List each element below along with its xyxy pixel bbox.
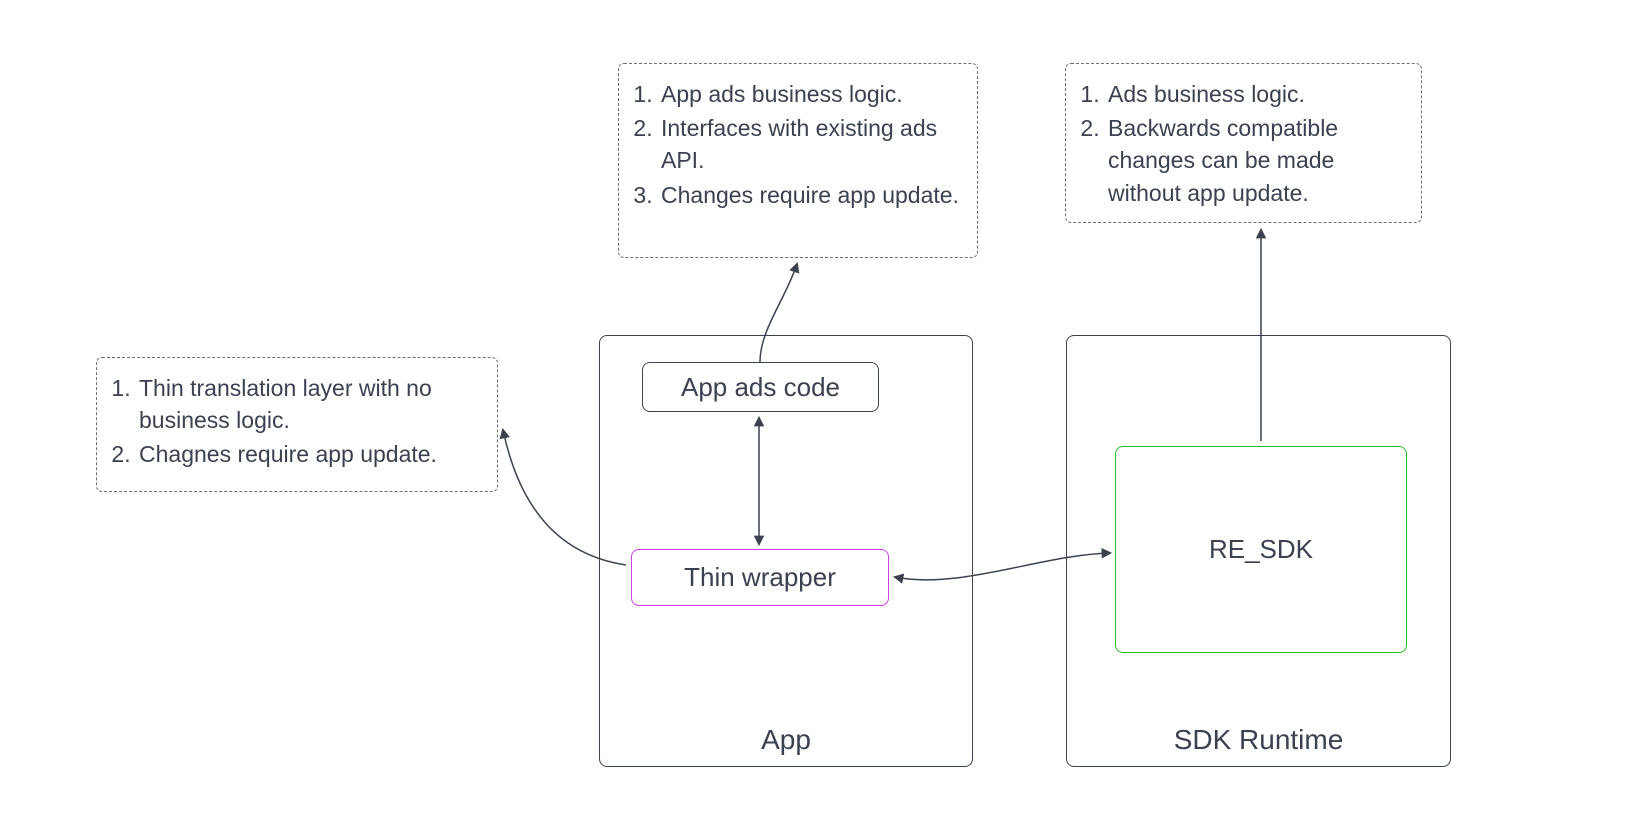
- container-sdk-runtime-label: SDK Runtime: [1067, 724, 1450, 756]
- box-thin-wrapper-label: Thin wrapper: [684, 562, 836, 593]
- annotation-top-right-item: Backwards compatible changes can be made…: [1106, 112, 1403, 209]
- annotation-left: Thin translation layer with no business …: [96, 357, 498, 492]
- box-app-ads-code: App ads code: [642, 362, 879, 412]
- annotation-left-item: Chagnes require app update.: [137, 438, 479, 470]
- annotation-top-right-item: Ads business logic.: [1106, 78, 1403, 110]
- annotation-top-center-item: Changes require app update.: [659, 179, 959, 211]
- box-app-ads-code-label: App ads code: [681, 372, 840, 403]
- annotation-top-right-list: Ads business logic. Backwards compatible…: [1106, 78, 1403, 209]
- container-app-label: App: [600, 724, 972, 756]
- annotation-top-center-list: App ads business logic. Interfaces with …: [659, 78, 959, 211]
- box-re-sdk: RE_SDK: [1115, 446, 1407, 653]
- diagram-stage: Thin translation layer with no business …: [0, 0, 1629, 831]
- annotation-top-center: App ads business logic. Interfaces with …: [618, 63, 978, 258]
- box-thin-wrapper: Thin wrapper: [631, 549, 889, 606]
- annotation-top-right: Ads business logic. Backwards compatible…: [1065, 63, 1422, 223]
- annotation-top-center-item: Interfaces with existing ads API.: [659, 112, 959, 176]
- box-re-sdk-label: RE_SDK: [1209, 534, 1313, 565]
- annotation-left-list: Thin translation layer with no business …: [137, 372, 479, 471]
- annotation-top-center-item: App ads business logic.: [659, 78, 959, 110]
- annotation-left-item: Thin translation layer with no business …: [137, 372, 479, 436]
